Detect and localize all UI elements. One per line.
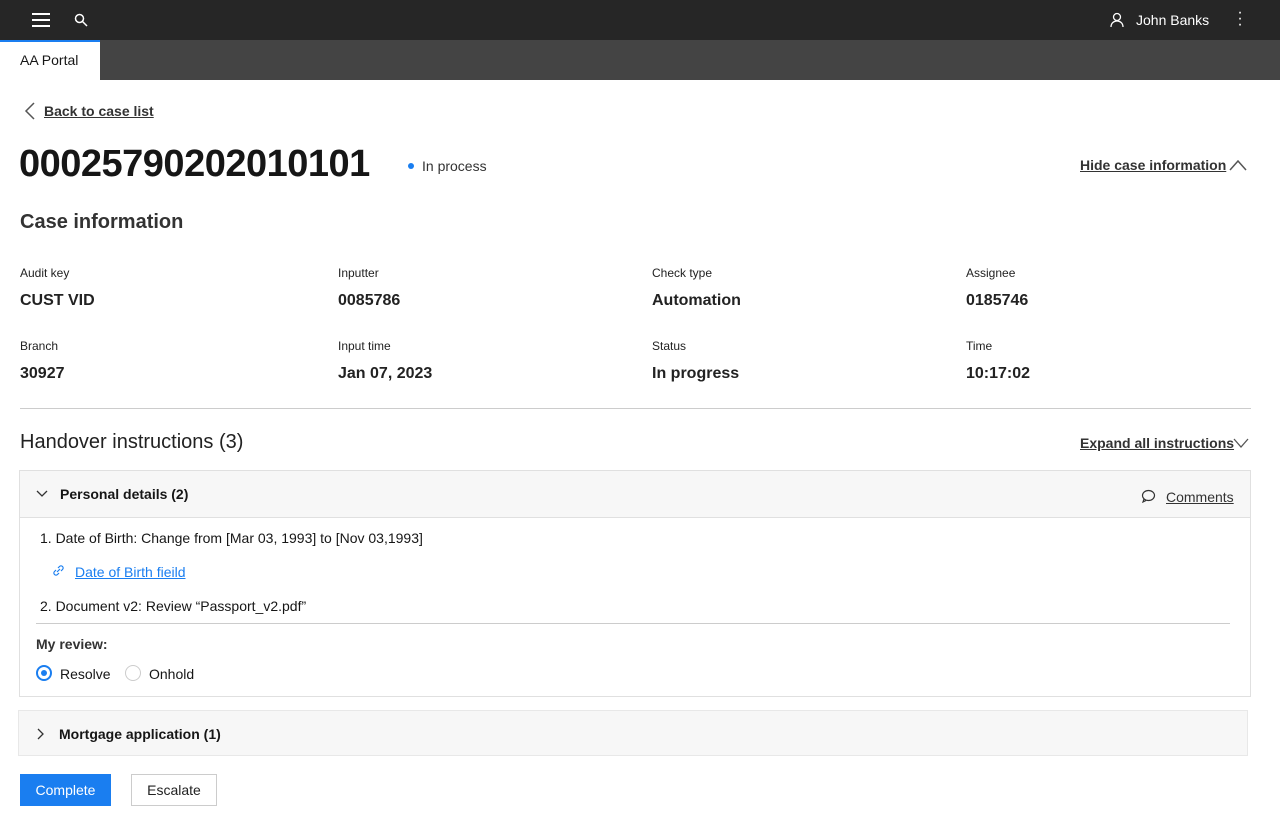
onhold-radio[interactable] [125, 665, 141, 681]
comments-link[interactable]: Comments [1166, 489, 1234, 505]
field-value: 10:17:02 [966, 365, 1031, 382]
chevron-left-icon[interactable] [24, 102, 36, 120]
comment-icon[interactable] [1141, 489, 1156, 503]
field-value: 0085786 [338, 292, 401, 309]
field-label: Time [966, 339, 993, 353]
menu-icon[interactable] [32, 12, 50, 28]
field-label: Check type [652, 266, 713, 280]
field-label: Input time [338, 339, 391, 353]
top-bar: John Banks · · · [0, 0, 1280, 40]
resolve-label[interactable]: Resolve [60, 666, 111, 682]
back-to-case-list-link[interactable]: Back to case list [44, 103, 154, 119]
field-label: Audit key [20, 266, 70, 280]
status-dot-icon [408, 163, 414, 169]
chevron-down-icon[interactable] [1233, 437, 1249, 449]
field-value: Automation [652, 292, 741, 309]
section-mortgage-application[interactable]: Mortgage application (1) [18, 710, 1248, 756]
date-of-birth-field-link[interactable]: Date of Birth fieild [75, 564, 186, 580]
handover-title: Handover instructions (3) [20, 431, 244, 453]
complete-button[interactable]: Complete [20, 774, 111, 806]
expand-all-instructions-link[interactable]: Expand all instructions [1080, 435, 1234, 451]
link-icon [53, 565, 64, 576]
section-header[interactable]: Personal details (2) Comments [20, 471, 1250, 518]
field-value: 0185746 [966, 292, 1029, 309]
chevron-down-icon[interactable] [36, 490, 48, 498]
instruction-item: 1. Date of Birth: Change from [Mar 03, 1… [40, 530, 423, 546]
case-id: 00025790202010101 [19, 143, 370, 185]
status-badge: In process [422, 158, 487, 174]
escalate-button[interactable]: Escalate [131, 774, 217, 806]
resolve-radio[interactable] [36, 665, 52, 681]
field-label: Status [652, 339, 687, 353]
field-label: Assignee [966, 266, 1016, 280]
field-value: Jan 07, 2023 [338, 365, 433, 382]
chevron-up-icon[interactable] [1229, 159, 1247, 171]
case-information-title: Case information [20, 211, 184, 233]
field-label: Branch [20, 339, 59, 353]
field-value: 30927 [20, 365, 65, 382]
tab-bar: AA Portal [0, 40, 1280, 80]
field-label: Inputter [338, 266, 379, 280]
field-value: CUST VID [20, 292, 95, 309]
divider [20, 408, 1251, 409]
user-icon[interactable] [1110, 12, 1124, 28]
field-value: In progress [652, 365, 740, 382]
chevron-right-icon[interactable] [37, 728, 45, 740]
more-options-icon[interactable]: · · · [1237, 5, 1243, 33]
search-icon[interactable] [74, 13, 88, 27]
section-title: Personal details (2) [60, 486, 189, 502]
hide-case-information-link[interactable]: Hide case information [1080, 157, 1226, 173]
section-personal-details: Personal details (2) Comments 1. Date of… [19, 470, 1251, 697]
divider [36, 623, 1230, 624]
instruction-item: 2. Document v2: Review “Passport_v2.pdf” [40, 598, 307, 614]
my-review-label: My review: [36, 636, 108, 652]
onhold-label[interactable]: Onhold [149, 666, 194, 682]
section-title: Mortgage application (1) [59, 726, 221, 742]
tab-aa-portal[interactable]: AA Portal [0, 40, 100, 80]
user-name[interactable]: John Banks [1136, 12, 1209, 28]
